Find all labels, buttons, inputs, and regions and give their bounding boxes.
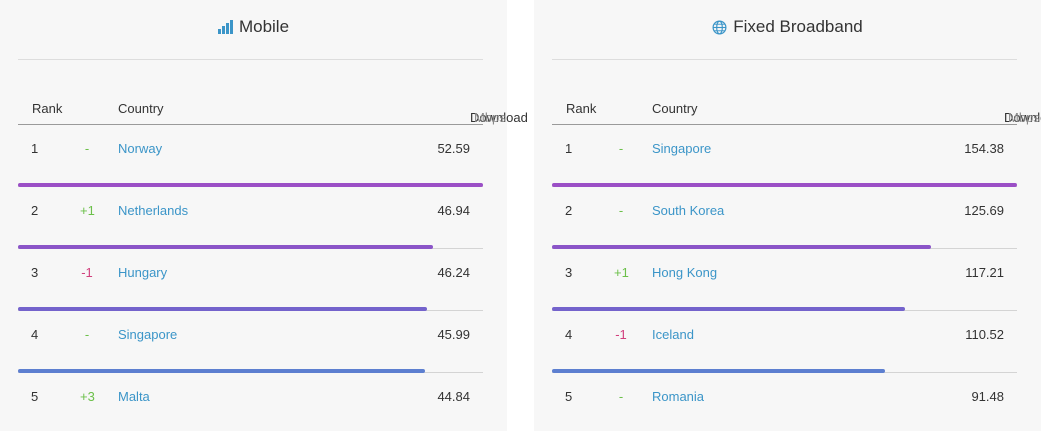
rank-change-cell: -: [84, 327, 90, 342]
mobile-panel: Mobile Rank Country Download Mbps 1 - Norwa…: [0, 0, 528, 431]
country-link[interactable]: South Korea: [652, 203, 724, 218]
rank-cell: 4: [565, 327, 573, 342]
rank-cell: 1: [31, 141, 39, 156]
unit-label: Mbps: [1008, 110, 1040, 125]
fixed-broadband-panel: Fixed Broadband Rank Country DownloadMbp…: [534, 0, 1041, 431]
rank-cell: 2: [31, 203, 39, 218]
unit-label: Mbps: [474, 110, 506, 125]
rank-change-cell: +1: [614, 265, 629, 280]
country-link[interactable]: Singapore: [652, 141, 711, 156]
download-speed-cell: 45.99: [437, 327, 470, 342]
table-row[interactable]: 2 +1 Netherlands 46.94: [18, 187, 483, 249]
mobile-panel-header: Mobile: [0, 0, 507, 54]
country-link[interactable]: Romania: [652, 389, 704, 404]
country-link[interactable]: Norway: [118, 141, 162, 156]
table-header: Rank Country DownloadMbps: [18, 92, 528, 125]
country-link[interactable]: Malta: [118, 389, 150, 404]
rank-change-cell: -1: [81, 265, 93, 280]
download-speed-cell: 46.94: [437, 203, 470, 218]
fixed-panel-title: Fixed Broadband: [733, 17, 863, 36]
table-header: Rank Country DownloadMbps: [552, 92, 1041, 125]
rank-change-cell: -: [618, 141, 624, 156]
header-divider: [552, 59, 1017, 60]
rank-cell: 5: [31, 389, 39, 404]
country-link[interactable]: Iceland: [652, 327, 694, 342]
download-speed-cell: 46.24: [437, 265, 470, 280]
table-row[interactable]: 2 - South Korea 125.69: [552, 187, 1017, 249]
rank-change-cell: -: [84, 141, 90, 156]
rank-cell: 3: [565, 265, 573, 280]
rank-cell: 2: [565, 203, 573, 218]
signal-bars-icon: [217, 20, 233, 34]
mobile-ranking-table: Rank Country Download Mbps 1 - Norway 52.59 2…: [18, 92, 528, 431]
rank-change-cell: -: [618, 389, 624, 404]
table-row[interactable]: 3 +1 Hong Kong 117.21: [552, 249, 1017, 311]
fixed-ranking-table: Rank Country DownloadMbps 1 - Singapore 154…: [552, 92, 1041, 431]
country-link[interactable]: Hong Kong: [652, 265, 717, 280]
country-link[interactable]: Hungary: [118, 265, 167, 280]
table-row[interactable]: 1 - Norway 52.59: [18, 125, 483, 187]
fixed-panel-header: Fixed Broadband: [534, 0, 1041, 54]
download-speed-cell: 154.38: [964, 141, 1004, 156]
rank-change-cell: +3: [80, 389, 95, 404]
table-row[interactable]: 4 -1 Iceland 110.52: [552, 311, 1017, 373]
table-row[interactable]: 1 - Singapore 154.38: [552, 125, 1017, 187]
download-speed-cell: 125.69: [964, 203, 1004, 218]
table-row[interactable]: 5 - Romania 91.48: [552, 373, 1017, 431]
rank-column-header: Rank: [566, 101, 597, 116]
download-speed-cell: 52.59: [437, 141, 470, 156]
rank-cell: 1: [565, 141, 573, 156]
mobile-panel-title: Mobile: [238, 17, 290, 36]
rank-cell: 5: [565, 389, 573, 404]
rank-change-cell: -: [618, 203, 624, 218]
rank-change-cell: -1: [615, 327, 627, 342]
rank-cell: 4: [31, 327, 39, 342]
table-row[interactable]: 5 +3 Malta 44.84: [18, 373, 483, 431]
country-link[interactable]: Singapore: [118, 327, 177, 342]
rank-cell: 3: [31, 265, 39, 280]
download-speed-cell: 91.48: [971, 389, 1004, 404]
table-row[interactable]: 4 - Singapore 45.99: [18, 311, 483, 373]
country-link[interactable]: Netherlands: [118, 203, 188, 218]
download-speed-cell: 117.21: [965, 265, 1004, 280]
download-speed-cell: 110.52: [965, 327, 1004, 342]
country-column-header: Country: [652, 101, 698, 116]
download-speed-cell: 44.84: [437, 389, 470, 404]
header-divider: [18, 59, 483, 60]
rank-column-header: Rank: [32, 101, 63, 116]
rank-change-cell: +1: [80, 203, 95, 218]
globe-icon: [712, 20, 727, 35]
country-column-header: Country: [118, 101, 164, 116]
table-row[interactable]: 3 -1 Hungary 46.24: [18, 249, 483, 311]
